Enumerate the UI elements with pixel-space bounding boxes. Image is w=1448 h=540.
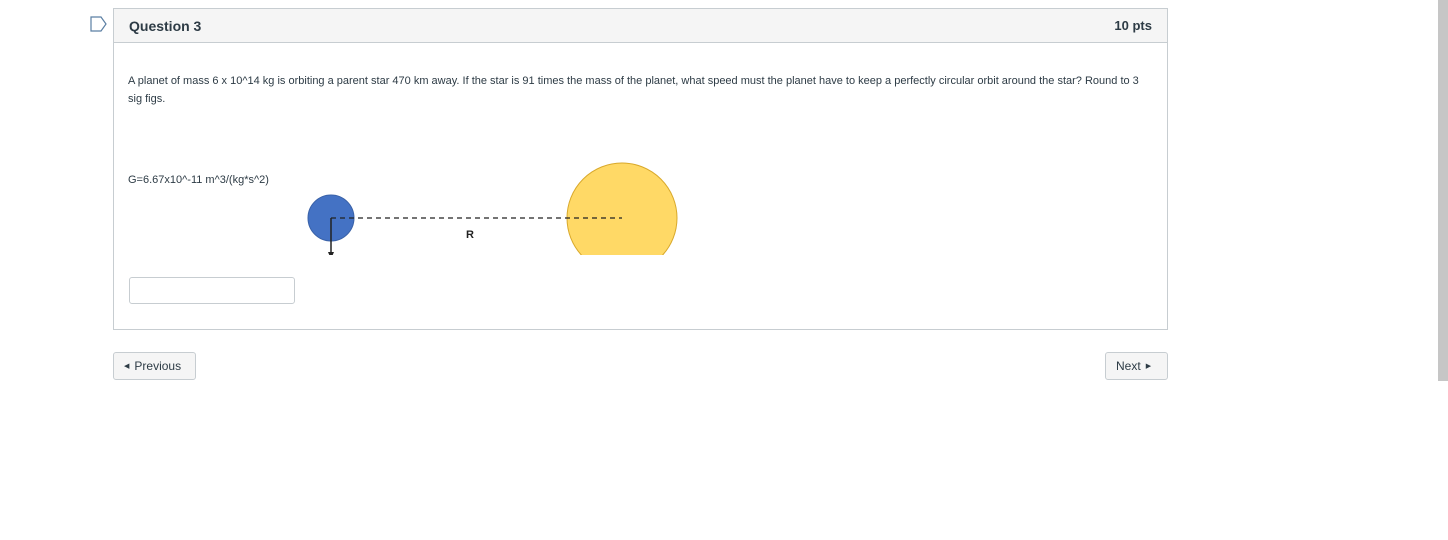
question-header: Question 3 10 pts xyxy=(114,9,1167,43)
question-text: A planet of mass 6 x 10^14 kg is orbitin… xyxy=(128,75,1139,105)
radius-label: R xyxy=(466,229,474,241)
next-label: Next xyxy=(1116,359,1141,373)
gravity-constant-text: G=6.67x10^-11 m^3/(kg*s^2) xyxy=(128,174,269,186)
star xyxy=(566,162,678,255)
previous-label: Previous xyxy=(134,359,182,373)
orbit-diagram: R V xyxy=(307,162,678,255)
next-button[interactable]: Next ▶ xyxy=(1105,352,1168,380)
question-points: 10 pts xyxy=(1114,18,1152,33)
question-title: Question 3 xyxy=(129,17,202,34)
triangle-right-icon: ▶ xyxy=(1145,363,1152,370)
triangle-left-icon: ◀ xyxy=(124,363,130,370)
page-scrollbar[interactable] xyxy=(1438,0,1448,381)
flag-question-icon[interactable] xyxy=(90,16,108,32)
answer-input[interactable] xyxy=(129,277,295,304)
question-card: Question 3 10 pts A planet of mass 6 x 1… xyxy=(113,8,1168,330)
previous-button[interactable]: ◀ Previous xyxy=(113,352,196,380)
velocity-arrowhead xyxy=(328,252,334,255)
